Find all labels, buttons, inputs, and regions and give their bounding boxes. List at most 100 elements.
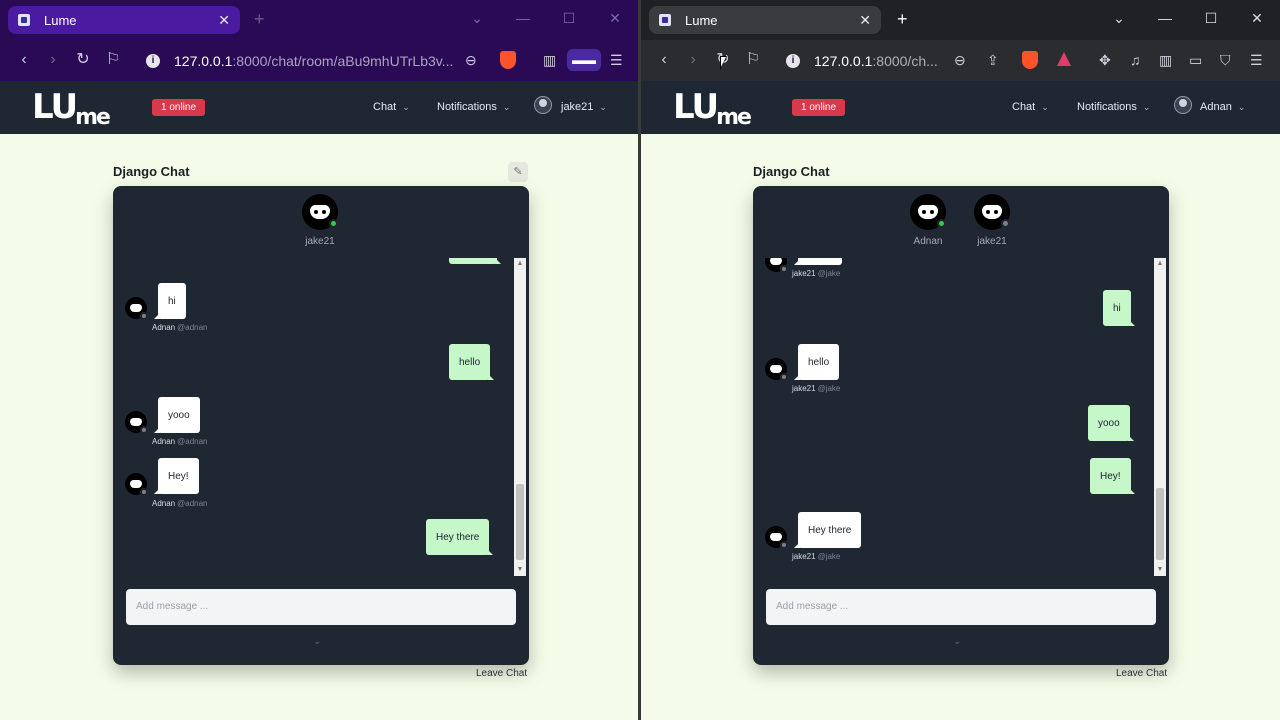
forward-icon[interactable]: › (684, 52, 702, 68)
tab-title: Lume (44, 12, 77, 28)
sender-handle: @adnan (177, 437, 208, 446)
url-path: :8000/ch... (872, 53, 938, 69)
message-bubble: Hey there (793, 512, 862, 548)
lume-logo[interactable]: LUme (32, 89, 111, 136)
sidebar-icon[interactable]: ▥ (543, 52, 556, 69)
menu-user[interactable]: jake21 ⌄ (561, 101, 607, 113)
tab-strip: Lume ✕ + ⌄ — ☐ ✕ (641, 0, 1280, 40)
new-tab-button[interactable]: + (897, 9, 908, 29)
extensions-icon[interactable]: ✥ (1099, 52, 1111, 69)
user-avatar[interactable] (534, 96, 552, 114)
brave-shields-icon[interactable] (500, 51, 516, 69)
close-tab-icon[interactable]: ✕ (859, 12, 871, 29)
menu-icon[interactable]: ☰ (610, 52, 623, 69)
member-adnan[interactable]: Adnan (898, 194, 958, 247)
lume-favicon-icon (18, 14, 30, 26)
brave-shields-icon[interactable] (1022, 51, 1038, 69)
scroll-up-icon[interactable]: ▲ (514, 258, 526, 270)
online-status-dot (937, 219, 946, 228)
close-tab-icon[interactable]: ✕ (218, 12, 230, 29)
window-controls: ⌄ — ☐ ✕ (1096, 10, 1280, 27)
chevron-down-icon[interactable]: ⌄ (953, 636, 961, 647)
member-jake21[interactable]: jake21 (290, 194, 350, 247)
bookmark-icon[interactable]: ⚐ (104, 52, 122, 68)
url-host: 127.0.0.1 (174, 53, 233, 69)
message-bubble: hi (1103, 290, 1135, 326)
tab-search-icon[interactable]: ⌄ (454, 10, 500, 27)
bookmark-icon[interactable]: ⚐ (744, 52, 762, 68)
chevron-down-icon: ⌄ (1237, 102, 1246, 112)
edit-room-button[interactable]: ✎ (508, 162, 528, 182)
leave-chat-link[interactable]: Leave Chat (1116, 668, 1167, 679)
desktop: Lume ✕ + ⌄ — ☐ ✕ ‹ › ↻ ⚐ i 127.0.0.1 :80… (0, 0, 1280, 720)
menu-chat[interactable]: Chat ⌄ (373, 101, 410, 113)
browser-window-left: Lume ✕ + ⌄ — ☐ ✕ ‹ › ↻ ⚐ i 127.0.0.1 :80… (0, 0, 638, 720)
member-name: jake21 (977, 236, 1007, 247)
reader-mode-icon[interactable]: ▬▬ (567, 49, 601, 71)
wallet-icon[interactable]: ▭ (1189, 52, 1202, 69)
reload-icon[interactable]: ↻ (74, 52, 92, 68)
logo-text-small: me (75, 105, 111, 130)
member-jake21[interactable]: jake21 (962, 194, 1022, 247)
chevron-down-icon[interactable]: ⌄ (313, 636, 321, 647)
scroll-down-icon[interactable]: ▼ (1154, 564, 1166, 576)
menu-icon[interactable]: ☰ (1250, 52, 1263, 69)
scroll-thumb[interactable] (516, 484, 524, 560)
zoom-icon[interactable]: ⊖ (465, 52, 477, 69)
url-host: 127.0.0.1 (814, 53, 873, 69)
new-tab-button[interactable]: + (254, 9, 265, 29)
message-scrollbar[interactable]: ▲ ▼ (1154, 258, 1166, 576)
maximize-button[interactable]: ☐ (1188, 10, 1234, 27)
chat-panel: jake21 hi Adnan @adnan hello yooo Adnan @a… (113, 186, 529, 665)
message-bubble: hello (793, 344, 840, 380)
tab-search-icon[interactable]: ⌄ (1096, 10, 1142, 27)
vpn-icon[interactable]: ⛉ (1220, 52, 1231, 69)
minimize-button[interactable]: — (500, 10, 546, 27)
maximize-button[interactable]: ☐ (546, 10, 592, 27)
site-info-icon[interactable]: i (786, 54, 800, 68)
lume-logo[interactable]: LUme (673, 89, 752, 136)
minimize-button[interactable]: — (1142, 10, 1188, 27)
zoom-icon[interactable]: ⊖ (954, 52, 966, 69)
back-icon[interactable]: ‹ (655, 52, 673, 68)
message-sender: Adnan @adnan (152, 499, 208, 508)
menu-notifications[interactable]: Notifications ⌄ (437, 101, 510, 113)
sender-name: jake21 (792, 384, 816, 393)
discord-avatar-icon (974, 194, 1010, 230)
sidebar-icon[interactable]: ▥ (1159, 52, 1172, 69)
message-bubble: yooo (154, 397, 200, 433)
tab-lume[interactable]: Lume ✕ (8, 6, 240, 34)
scroll-thumb[interactable] (1156, 488, 1164, 560)
forward-icon[interactable]: › (44, 52, 62, 68)
url-field[interactable]: i 127.0.0.1 :8000/ch... (786, 49, 956, 73)
back-icon[interactable]: ‹ (15, 52, 33, 68)
menu-notifications[interactable]: Notifications ⌄ (1077, 101, 1150, 113)
menu-user[interactable]: Adnan ⌄ (1200, 101, 1245, 113)
scroll-down-icon[interactable]: ▼ (514, 564, 526, 576)
site-info-icon[interactable]: i (146, 54, 160, 68)
message-scrollbar[interactable]: ▲ ▼ (514, 258, 526, 576)
member-name: Adnan (913, 236, 943, 247)
leave-chat-link[interactable]: Leave Chat (476, 668, 527, 679)
share-icon[interactable]: ⇪ (987, 52, 999, 69)
message-sender: jake21 @jake (792, 384, 840, 393)
message-input[interactable]: Add message ... (766, 589, 1156, 625)
brave-rewards-icon[interactable] (1057, 52, 1071, 66)
message-input[interactable]: Add message ... (126, 589, 516, 625)
sender-handle: @jake (817, 384, 841, 393)
message-sender: jake21 @jake (792, 552, 840, 561)
menu-chat[interactable]: Chat ⌄ (1012, 101, 1049, 113)
message-bubble: hi (154, 283, 186, 319)
window-controls: ⌄ — ☐ ✕ (454, 10, 638, 27)
scroll-up-icon[interactable]: ▲ (1154, 258, 1166, 270)
chat-panel: Adnan jake21 jake21 @jake hi hello jake21… (753, 186, 1169, 665)
sender-handle: @adnan (177, 499, 208, 508)
mouse-cursor-icon (720, 56, 727, 70)
close-window-button[interactable]: ✕ (1234, 10, 1280, 27)
close-window-button[interactable]: ✕ (592, 10, 638, 27)
media-icon[interactable]: ♫ (1130, 52, 1141, 68)
tab-lume[interactable]: Lume ✕ (649, 6, 881, 34)
user-avatar[interactable] (1174, 96, 1192, 114)
online-status-dot (329, 219, 338, 228)
url-field[interactable]: i 127.0.0.1 :8000/chat/room/aBu9mhUTrLb3… (146, 49, 456, 73)
